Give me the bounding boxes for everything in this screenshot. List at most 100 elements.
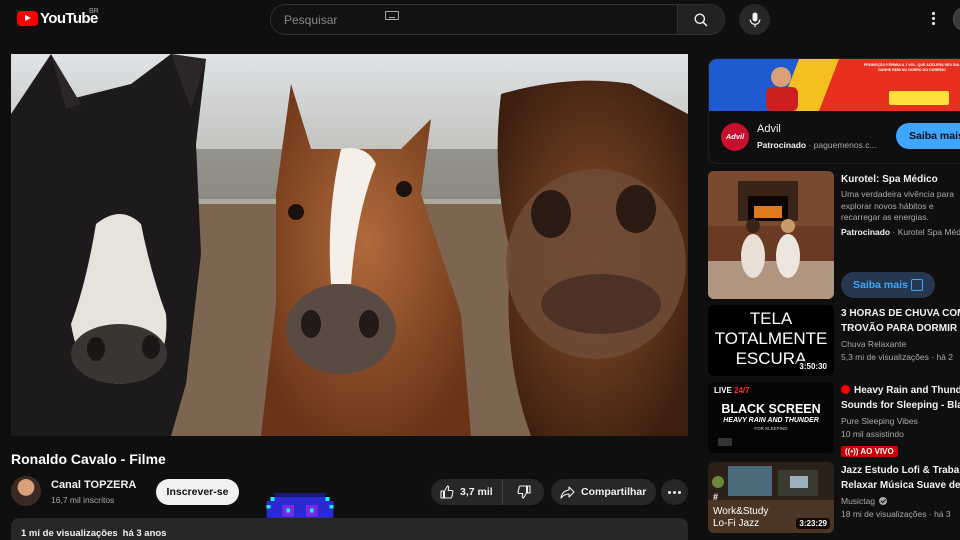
- dislike-button[interactable]: [503, 479, 544, 505]
- sponsored-label: Patrocinado: [841, 226, 891, 237]
- sidebar-item-title-line2: Sounds for Sleeping - Bla: [841, 400, 960, 411]
- channel-name[interactable]: Canal TOPZERA: [51, 479, 136, 491]
- sidebar-item-meta: 3 HORAS DE CHUVA COM TROVÃO PARA DORMIR …: [841, 306, 960, 364]
- view-count: 1 mi de visualizações: [21, 528, 118, 539]
- sidebar-item-sponsor-line: Patrocinado · Kurotel Spa Médico: [841, 226, 960, 239]
- youtube-logo[interactable]: YouTube: [17, 10, 98, 27]
- sidebar-item-title-line2: TROVÃO PARA DORMIR E: [841, 323, 960, 334]
- thumb-line-2: Lo-Fi Jazz: [713, 518, 760, 529]
- ad-advertiser-name: Advil: [757, 123, 781, 135]
- subscribe-button[interactable]: Inscrever-se: [156, 479, 239, 505]
- keyboard-icon[interactable]: [385, 11, 399, 20]
- sidebar-item-title: Kurotel: Spa Médico: [841, 174, 938, 185]
- sidebar-item-channel: Chuva Relaxante: [841, 339, 907, 349]
- sidebar-item-description: Uma verdadeira vivência para explorar no…: [841, 189, 954, 222]
- more-vert-icon[interactable]: [928, 11, 938, 27]
- masthead: YouTube BR: [0, 0, 960, 38]
- sidebar-item-stats: 10 mil assistindo: [841, 429, 904, 439]
- channel-owner-row: Canal TOPZERA 16,7 mil inscritos Inscrev…: [11, 476, 431, 508]
- sidebar-item-stats: 5,3 mi de visualizações · há 2: [841, 352, 953, 362]
- external-link-icon: [911, 279, 923, 291]
- description-box[interactable]: 1 mi de visualizações há 3 anos: [11, 518, 688, 540]
- upload-age: há 3: [934, 509, 951, 519]
- country-code: BR: [89, 8, 99, 15]
- sidebar-item-meta: Kurotel: Spa Médico Uma verdadeira vivên…: [841, 172, 960, 239]
- video-thumbnail[interactable]: # Work&Study Lo-Fi Jazz 3:23:29: [708, 462, 834, 533]
- duration-badge: 3:23:29: [796, 518, 830, 529]
- video-thumbnail[interactable]: TELA TOTALMENTE ESCURA 3:50:30: [708, 305, 834, 376]
- account-avatar[interactable]: [953, 7, 960, 31]
- video-player[interactable]: [11, 54, 688, 436]
- description-meta: 1 mi de visualizações há 3 anos: [21, 528, 166, 539]
- live-badge: ((•)) AO VIVO: [841, 446, 898, 457]
- thumb-text: Work&Study Lo-Fi Jazz: [713, 506, 768, 530]
- like-count: 3,7 mil: [460, 486, 493, 498]
- verified-check-icon: [879, 497, 888, 505]
- thumb-line-1: TELA: [749, 309, 793, 328]
- mic-icon: [749, 12, 760, 27]
- sponsor-cta-button[interactable]: Saiba mais: [841, 272, 935, 298]
- sponsor-cta-label: Saiba mais: [853, 279, 908, 291]
- subscriber-count: 16,7 mil inscritos: [51, 495, 115, 505]
- thumb-live-text: LIVE: [714, 386, 732, 395]
- sidebar-item-meta: Jazz Estudo Lofi & Trabal Relaxar Música…: [841, 463, 960, 521]
- share-icon: [560, 485, 575, 499]
- thumb-subtitle: HEAVY RAIN AND THUNDER: [723, 417, 819, 424]
- thumb-device-icon: [718, 438, 732, 446]
- horses-video-frame: [11, 54, 688, 436]
- search-box: [270, 4, 725, 35]
- share-button[interactable]: Compartilhar: [551, 479, 656, 505]
- sponsored-ad-card[interactable]: PROMOÇÃO FÓRMULA 1 VOL. QUE ACELERA SEU …: [708, 58, 960, 164]
- channel-name: Musictag: [841, 496, 876, 506]
- thumb-live-label: LIVE 24/7: [714, 386, 750, 395]
- sidebar-item-kurotel[interactable]: Kurotel: Spa Médico Uma verdadeira vivên…: [708, 171, 960, 301]
- like-icon: [440, 485, 454, 499]
- search-button[interactable]: [677, 5, 724, 34]
- video-title: Ronaldo Cavalo - Filme: [11, 451, 166, 467]
- sidebar-item-channel: Kurotel Spa Médico: [897, 226, 960, 237]
- upload-age: há 3 anos: [122, 528, 167, 539]
- channel-avatar[interactable]: [11, 476, 41, 506]
- search-input[interactable]: [271, 5, 677, 34]
- like-button[interactable]: 3,7 mil: [431, 479, 503, 505]
- sidebar-item-title-line1: Jazz Estudo Lofi & Trabal: [841, 465, 960, 476]
- sidebar-item-stats: 18 mi de visualizações · há 3: [841, 509, 951, 519]
- live-badge-text: AO VIVO: [860, 447, 894, 456]
- sidebar-item-chuva[interactable]: TELA TOTALMENTE ESCURA 3:50:30 3 HORAS D…: [708, 305, 960, 379]
- more-horiz-icon: [668, 490, 671, 494]
- thumb-text: TELA TOTALMENTE ESCURA: [708, 309, 834, 369]
- upload-age: há 2: [936, 352, 953, 362]
- sidebar-item-title-line1: 3 HORAS DE CHUVA COM: [841, 308, 960, 319]
- sidebar-item-channel: Musictag: [841, 495, 960, 508]
- voice-search-button[interactable]: [739, 4, 770, 35]
- video-thumbnail[interactable]: LIVE 24/7 BLACK SCREEN HEAVY RAIN AND TH…: [708, 382, 834, 453]
- ad-cta-button[interactable]: Saiba mais: [896, 123, 960, 149]
- like-dislike-group: 3,7 mil: [431, 479, 544, 505]
- youtube-logo-icon: [17, 11, 38, 26]
- thumb-line-1: Work&Study: [713, 506, 769, 517]
- ad-sponsor-line: Patrocinado · paguemenos.c...: [757, 140, 877, 150]
- ad-banner-text: PROMOÇÃO FÓRMULA 1 VOL. QUE ACELERA SEU …: [863, 63, 960, 72]
- spa-thumbnail-image: [708, 171, 834, 299]
- sidebar-item-jazz[interactable]: # Work&Study Lo-Fi Jazz 3:23:29 Jazz Est…: [708, 462, 960, 536]
- advil-logo[interactable]: Advil: [721, 123, 749, 151]
- thumb-line-2: TOTALMENTE: [714, 329, 828, 348]
- share-label: Compartilhar: [581, 486, 647, 498]
- sidebar-item-heavy-rain[interactable]: LIVE 24/7 BLACK SCREEN HEAVY RAIN AND TH…: [708, 382, 960, 459]
- ad-sponsored-label: Patrocinado: [757, 140, 807, 150]
- duration-badge: 3:50:30: [796, 361, 830, 372]
- more-actions-button[interactable]: [661, 479, 688, 505]
- ad-domain: paguemenos.c...: [813, 140, 877, 150]
- thumb-hours: 24/7: [734, 386, 750, 395]
- dislike-icon: [516, 485, 531, 499]
- sidebar-item-meta: Heavy Rain and Thunder Sounds for Sleepi…: [841, 383, 960, 459]
- view-count: 5,3 mi de visualizações: [841, 352, 929, 362]
- sidebar-item-channel: Pure Sleeping Vibes: [841, 416, 918, 426]
- title-text: Heavy Rain and Thunder: [854, 385, 960, 396]
- sidebar-item-title-line2: Relaxar Música Suave de: [841, 480, 960, 491]
- video-thumbnail[interactable]: [708, 171, 834, 299]
- sidebar-item-title-line1: Heavy Rain and Thunder: [841, 383, 960, 398]
- view-count: 18 mi de visualizações: [841, 509, 927, 519]
- thumb-title: BLACK SCREEN: [721, 402, 821, 416]
- thumb-subtitle-2: FOR SLEEPING: [754, 426, 788, 431]
